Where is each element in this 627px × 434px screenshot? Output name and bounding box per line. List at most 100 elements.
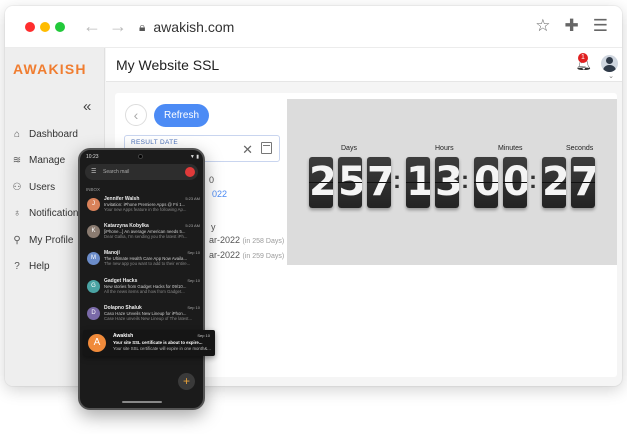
forward-arrow-icon[interactable]: →: [109, 16, 127, 36]
extension-icon[interactable]: ✚: [565, 16, 579, 36]
lock-icon: 🔒︎: [139, 19, 146, 34]
detail-link[interactable]: 022: [212, 189, 227, 199]
home-indicator: [122, 401, 162, 403]
hours-label: Hours: [435, 145, 454, 152]
mail-time: Sep 10: [187, 250, 200, 255]
sidebar-item-label: Dashboard: [29, 128, 78, 140]
notification-subject: Your site SSL certificate is about to ex…: [113, 340, 203, 345]
colon-separator: :: [529, 167, 537, 194]
countdown-digit: 7: [571, 157, 595, 208]
mail-search-bar[interactable]: ☰ Search mail: [85, 164, 198, 180]
countdown-digit: 5: [338, 157, 362, 208]
browser-actions: ☆ ✚ ☰: [535, 16, 608, 36]
phone-time: 10:23: [86, 154, 99, 160]
refresh-button[interactable]: Refresh: [154, 104, 209, 127]
countdown-digit: 2: [309, 157, 333, 208]
days-remaining-2: (in 259 Days): [242, 253, 285, 260]
calendar-icon[interactable]: [261, 142, 272, 154]
inbox-label: INBOX: [86, 187, 101, 192]
collapse-sidebar-icon[interactable]: «: [83, 98, 91, 115]
countdown-digit: 0: [503, 157, 527, 208]
notification-avatar: A: [88, 334, 106, 352]
countdown-digit: 2: [542, 157, 566, 208]
detail-partial-3: y: [211, 222, 216, 232]
logo[interactable]: AWAKISH: [13, 61, 87, 77]
back-arrow-icon[interactable]: ←: [83, 16, 101, 36]
seconds-label: Seconds: [566, 145, 594, 152]
menu-icon[interactable]: ☰: [593, 16, 608, 36]
mail-preview: Dear Gallia, I'm sending you the latest …: [104, 234, 188, 239]
sidebar-item-label: Notifications: [29, 208, 84, 220]
sidebar-item-label: Users: [29, 181, 56, 193]
mail-time: Sep 10: [187, 278, 200, 283]
notification-sender: Awakish: [113, 333, 134, 339]
sidebar-item-label: Manage: [29, 155, 66, 167]
clear-icon[interactable]: ✕: [242, 142, 253, 158]
stage: ← → 🔒︎ awakish.com ☆ ✚ ☰ AWAKISH « ⌂ Dash…: [0, 0, 627, 434]
sidebar-item-label: Help: [29, 261, 50, 273]
mail-time: 5:23 AM: [185, 223, 200, 228]
mail-preview: All the news items and how from Gadget..…: [104, 289, 185, 294]
chevron-down-icon[interactable]: ⌄: [608, 72, 614, 80]
countdown-digit: 0: [474, 157, 498, 208]
avatar[interactable]: [601, 55, 618, 72]
mail-search-placeholder: Search mail: [103, 169, 130, 175]
mail-avatar: M: [87, 252, 100, 265]
countdown-digit: 7: [367, 157, 391, 208]
mail-avatar: K: [87, 225, 100, 238]
ssl-notification[interactable]: A Awakish Sep 10 Your site SSL certifica…: [83, 330, 215, 356]
address-bar[interactable]: 🔒︎ awakish.com: [139, 16, 379, 38]
page-header: My Website SSL 🔔︎ 1 ⌄: [106, 48, 622, 82]
star-icon[interactable]: ☆: [535, 16, 550, 36]
users-icon: ⚇: [12, 181, 22, 193]
profile-icon: ⚲: [13, 234, 21, 246]
help-icon: ?: [14, 261, 20, 273]
mail-avatar: G: [87, 280, 100, 293]
sidebar-item-dashboard[interactable]: ⌂ Dashboard: [5, 121, 105, 148]
mail-avatar: J: [87, 198, 100, 211]
expiry-line-1: ar-2022 (in 258 Days): [209, 235, 284, 245]
notification-preview: Your site SSL certificate will expire in…: [113, 346, 211, 351]
close-window-button[interactable]: [25, 22, 35, 32]
mail-avatar: D: [87, 307, 100, 320]
page-title: My Website SSL: [116, 57, 220, 73]
countdown-digit: 3: [435, 157, 459, 208]
compose-icon[interactable]: +: [178, 373, 195, 390]
list-item[interactable]: G Gadget Hacks Sep 10 New stories from Gadg…: [83, 276, 203, 300]
browser-toolbar: ← → 🔒︎ awakish.com ☆ ✚ ☰: [5, 6, 622, 48]
list-item[interactable]: D Dolapno Shaluk Sep 10 Caso Haze Unveils N…: [83, 303, 203, 327]
days-label: Days: [341, 145, 357, 152]
minutes-label: Minutes: [498, 145, 523, 152]
colon-separator: :: [393, 167, 401, 194]
sidebar-item-label: My Profile: [29, 234, 74, 246]
countdown-timer: Days Hours Minutes Seconds 2 5 7 : 1 3 :…: [287, 99, 617, 265]
layers-icon: ≋: [12, 155, 22, 167]
colon-separator: :: [461, 167, 469, 194]
notification-time: Sep 10: [197, 333, 210, 338]
notification-badge: 1: [578, 53, 588, 63]
date-field-label: RESULT DATE: [131, 139, 179, 146]
avatar[interactable]: [185, 167, 195, 177]
mail-time: Sep 10: [187, 305, 200, 310]
camera-icon: [138, 154, 143, 159]
mail-time: 5:23 AM: [185, 196, 200, 201]
list-item[interactable]: K Katarzyna Kobylka 5:23 AM [iPhone...] An …: [83, 221, 203, 245]
days-remaining-1: (in 258 Days): [242, 238, 285, 245]
signal-battery-icon: ▼ ▮: [189, 154, 199, 160]
list-item[interactable]: J Jennifer Walsh 5:23 AM Invitation: iPhone…: [83, 194, 203, 218]
expiry-date-2: ar-2022: [209, 250, 241, 260]
bulb-icon: ♁: [13, 208, 21, 220]
home-icon: ⌂: [13, 128, 21, 140]
url-text: awakish.com: [153, 19, 235, 35]
mail-preview: Case Haze unveils New Lineup of The late…: [104, 316, 193, 321]
maximize-window-button[interactable]: [55, 22, 65, 32]
expiry-date-1: ar-2022: [209, 235, 241, 245]
minimize-window-button[interactable]: [40, 22, 50, 32]
back-button[interactable]: ‹: [125, 104, 147, 126]
expiry-line-2: ar-2022 (in 259 Days): [209, 250, 284, 260]
list-item[interactable]: M Manoji Sep 10 The Ultimate Health Care Ap…: [83, 248, 203, 272]
mail-preview: The new app you want to add to their ent…: [104, 261, 191, 266]
mail-preview: Your new Apps feature in the following A…: [104, 207, 187, 212]
menu-icon[interactable]: ☰: [91, 168, 96, 175]
phone-mockup: 10:23 ▼ ▮ ☰ Search mail INBOX J Jennifer …: [78, 148, 205, 410]
